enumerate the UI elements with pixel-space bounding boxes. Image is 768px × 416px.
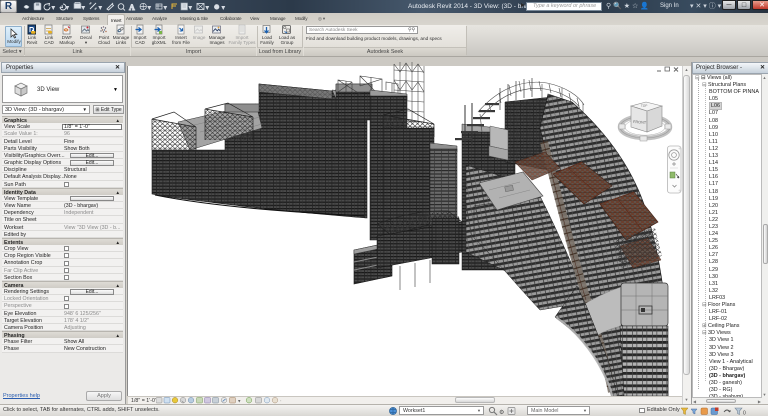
svg-text:0: 0 [743,411,746,416]
svg-text:▾: ▾ [164,5,167,11]
svg-text:▾: ▾ [82,5,85,11]
svg-text:▾: ▾ [206,5,209,11]
svg-text:TOP: TOP [641,104,648,108]
svg-text:▾: ▾ [66,5,69,11]
svg-text:▾: ▾ [189,5,192,11]
svg-text:▾: ▾ [99,5,102,11]
svg-text:▾: ▾ [222,5,225,11]
svg-text:▾: ▾ [148,5,151,11]
svg-text:▾: ▾ [52,5,55,11]
svg-text:A: A [129,3,135,12]
svg-text:⚙: ⚙ [499,409,504,416]
svg-text:⚙: ⚙ [214,4,219,11]
